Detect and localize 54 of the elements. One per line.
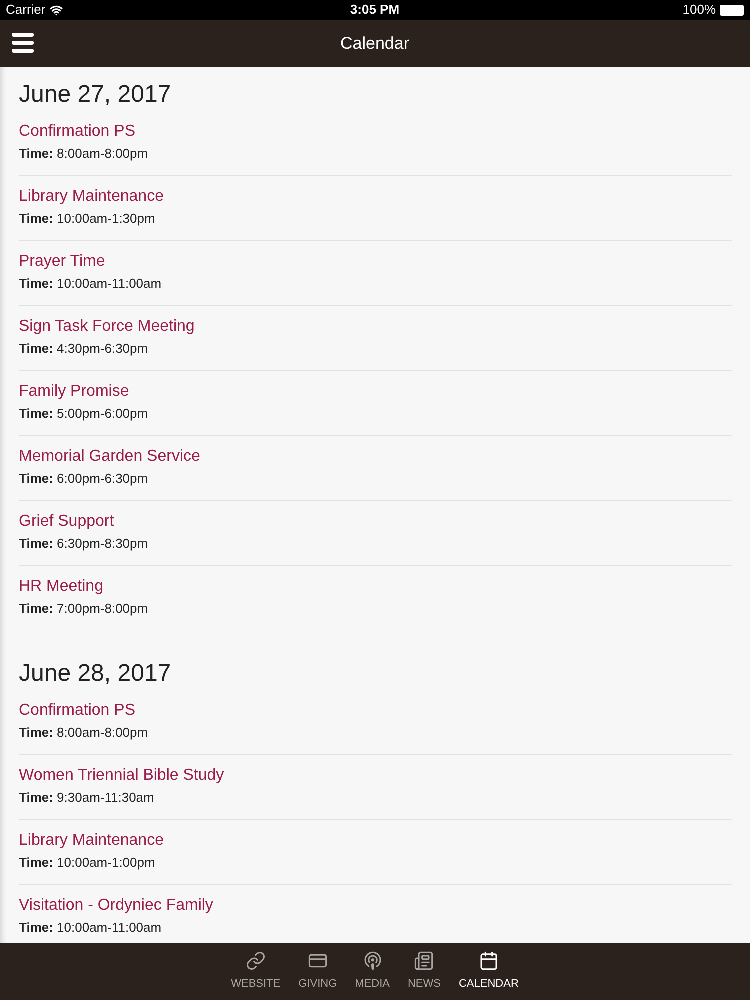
clock-time: 3:05 PM bbox=[350, 1, 400, 20]
event-item[interactable]: Library Maintenance Time: 10:00am-1:30pm bbox=[19, 176, 732, 241]
event-time: Time: 6:00pm-6:30pm bbox=[19, 470, 150, 488]
event-item[interactable]: Library Maintenance Time: 10:00am-1:00pm bbox=[19, 820, 732, 885]
event-time: Time: 7:00pm-8:00pm bbox=[19, 600, 150, 618]
event-item[interactable]: Family Promise Time: 5:00pm-6:00pm bbox=[19, 371, 732, 436]
event-item[interactable]: Memorial Garden Service Time: 6:00pm-6:30pm bbox=[19, 436, 732, 501]
event-time: Time: 10:00am-1:30pm bbox=[19, 210, 156, 228]
tab-item[interactable]: NEWS bbox=[406, 950, 443, 992]
screen-title: Calendar bbox=[340, 32, 410, 55]
battery-percent: 100% bbox=[682, 1, 716, 20]
tab-item[interactable]: MEDIA bbox=[353, 950, 392, 992]
event-item[interactable]: Prayer Time Time: 10:00am-11:00am bbox=[19, 241, 732, 306]
event-item[interactable]: Visitation - Ordyniec Family Time: 10:00am-11:00am bbox=[19, 885, 732, 943]
event-time: Time: 5:00pm-6:00pm bbox=[19, 405, 150, 423]
tab-item[interactable]: CALENDAR bbox=[456, 950, 521, 992]
event-title: Grief Support bbox=[19, 512, 116, 532]
event-title: Prayer Time bbox=[19, 252, 106, 272]
tab-item[interactable]: GIVING bbox=[296, 950, 340, 992]
event-title: Family Promise bbox=[19, 382, 130, 402]
event-item[interactable]: Confirmation PS Time: 8:00am-8:00pm bbox=[19, 111, 732, 176]
event-time: Time: 4:30pm-6:30pm bbox=[19, 340, 150, 358]
event-item[interactable]: Sign Task Force Meeting Time: 4:30pm-6:30pm bbox=[19, 306, 732, 371]
event-title: Sign Task Force Meeting bbox=[19, 317, 196, 337]
podcast-icon bbox=[362, 950, 383, 971]
menu-icon[interactable] bbox=[12, 33, 34, 53]
link-icon bbox=[246, 950, 266, 971]
event-time: Time: 10:00am-11:00am bbox=[19, 275, 163, 293]
event-item[interactable]: Women Triennial Bible Study Time: 9:30am-11:30am bbox=[19, 755, 732, 820]
event-time: Time: 10:00am-11:00am bbox=[19, 919, 163, 937]
newspaper-icon bbox=[414, 950, 434, 971]
wifi-icon bbox=[50, 4, 63, 16]
carrier-label: Carrier bbox=[6, 1, 46, 20]
event-time: Time: 10:00am-1:00pm bbox=[19, 854, 156, 872]
calendar-icon bbox=[478, 950, 499, 971]
event-title: HR Meeting bbox=[19, 577, 104, 597]
event-title: Visitation - Ordyniec Family bbox=[19, 896, 214, 916]
event-item[interactable]: Confirmation PS Time: 8:00am-8:00pm bbox=[19, 690, 732, 755]
event-title: Confirmation PS bbox=[19, 122, 136, 142]
event-item[interactable]: HR Meeting Time: 7:00pm-8:00pm bbox=[19, 566, 732, 630]
tab-item[interactable]: WEBSITE bbox=[229, 950, 283, 992]
event-title: Confirmation PS bbox=[19, 701, 136, 721]
event-time: Time: 8:00am-8:00pm bbox=[19, 724, 150, 742]
event-time: Time: 6:30pm-8:30pm bbox=[19, 535, 150, 553]
event-title: Women Triennial Bible Study bbox=[19, 766, 226, 786]
date-heading: June 28, 2017 bbox=[19, 659, 172, 689]
event-time: Time: 9:30am-11:30am bbox=[19, 789, 156, 807]
event-title: Library Maintenance bbox=[19, 187, 165, 207]
event-title: Memorial Garden Service bbox=[19, 447, 202, 467]
battery-icon bbox=[720, 4, 744, 16]
event-item[interactable]: Grief Support Time: 6:30pm-8:30pm bbox=[19, 501, 732, 566]
event-time: Time: 8:00am-8:00pm bbox=[19, 145, 150, 163]
event-title: Library Maintenance bbox=[19, 831, 165, 851]
date-heading: June 27, 2017 bbox=[19, 80, 172, 110]
